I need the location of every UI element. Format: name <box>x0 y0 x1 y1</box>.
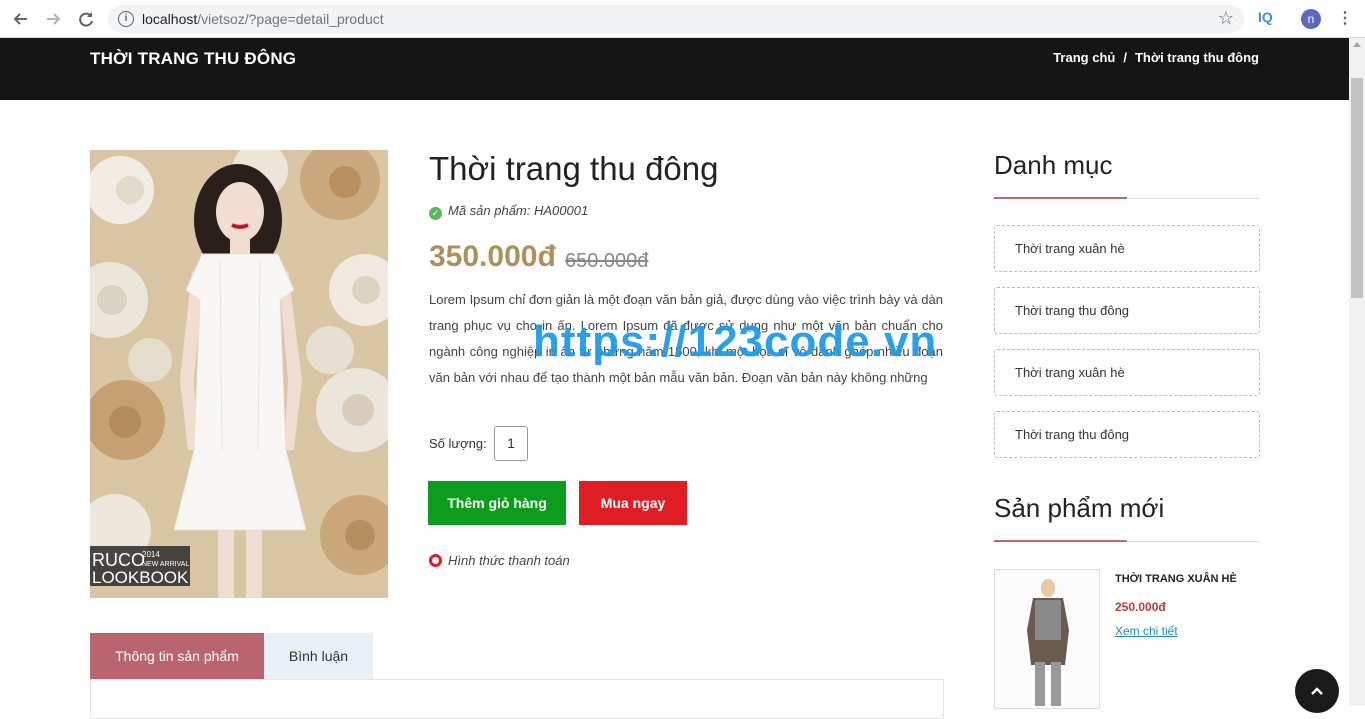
image-badge-year: 2014 <box>142 550 160 559</box>
lifebuoy-icon <box>429 554 442 567</box>
breadcrumb-home-link[interactable]: Trang chủ <box>1053 50 1115 65</box>
page-title: THỜI TRANG THU ĐÔNG <box>90 49 297 68</box>
back-to-top-button[interactable] <box>1295 669 1339 713</box>
payment-methods-label: Hình thức thanh toán <box>448 553 570 568</box>
buy-now-button[interactable]: Mua ngay <box>579 481 687 525</box>
image-badge-ruco: RUCO <box>92 550 145 570</box>
forward-arrow-icon[interactable] <box>42 8 64 30</box>
reload-icon[interactable] <box>75 8 97 30</box>
browser-toolbar: i localhost/vietsoz/?page=detail_product… <box>0 0 1365 38</box>
info-icon[interactable]: i <box>118 11 134 27</box>
back-arrow-icon[interactable] <box>10 8 32 30</box>
product-price: 350.000đ <box>429 240 556 273</box>
image-badge-lookbook: LOOKBOOK <box>92 568 189 587</box>
new-product-price: 250.000đ <box>1115 600 1166 614</box>
watermark: https://123code.vn <box>533 317 938 366</box>
category-item[interactable]: Thời trang thu đông <box>994 411 1260 458</box>
heading-accent-bar <box>994 197 1127 199</box>
breadcrumb: Trang chủ / Thời trang thu đông <box>1053 50 1259 65</box>
product-title: Thời trang thu đông <box>429 150 719 187</box>
quantity-label: Số lượng: <box>429 436 487 451</box>
product-old-price: 650.000đ <box>565 250 649 272</box>
breadcrumb-current: Thời trang thu đông <box>1134 50 1259 65</box>
category-item[interactable]: Thời trang thu đông <box>994 287 1260 334</box>
scroll-up-arrow-icon[interactable] <box>1353 42 1361 47</box>
breadcrumb-separator: / <box>1123 50 1127 65</box>
page-scrollbar[interactable] <box>1349 38 1365 706</box>
category-item[interactable]: Thời trang xuân hè <box>994 225 1260 272</box>
browser-menu-icon[interactable]: ⋮ <box>1337 8 1353 28</box>
image-badge-sub: NEW ARRIVAL <box>142 561 189 568</box>
address-bar[interactable]: i localhost/vietsoz/?page=detail_product… <box>108 5 1244 33</box>
tab-product-info[interactable]: Thông tin sản phẩm <box>90 633 264 679</box>
tab-panel <box>90 679 944 719</box>
categories-divider <box>994 197 1260 199</box>
url-text[interactable]: localhost/vietsoz/?page=detail_product <box>142 11 384 27</box>
new-products-heading: Sản phẩm mới <box>994 493 1165 523</box>
chevron-up-icon <box>1311 687 1323 695</box>
extension-iq-icon[interactable]: IQ <box>1258 9 1273 25</box>
product-sku: ✓ Mã sản phẩm: HA00001 <box>429 203 588 220</box>
new-product-name[interactable]: THỜI TRANG XUÂN HÈ <box>1115 573 1237 585</box>
category-item[interactable]: Thời trang xuân hè <box>994 349 1260 396</box>
new-product-thumbnail[interactable] <box>994 569 1100 709</box>
scroll-thumb[interactable] <box>1351 78 1363 298</box>
new-product-details-link[interactable]: Xem chi tiết <box>1115 624 1178 638</box>
categories-heading: Danh mục <box>994 150 1113 180</box>
add-to-cart-button[interactable]: Thêm giỏ hàng <box>428 481 566 525</box>
tab-comments[interactable]: Bình luận <box>264 633 373 679</box>
bookmark-star-icon[interactable]: ☆ <box>1218 8 1234 29</box>
product-image: RUCO 2014 NEW ARRIVAL LOOKBOOK <box>90 150 388 598</box>
payment-methods-link[interactable]: Hình thức thanh toán <box>429 553 570 568</box>
check-circle-icon: ✓ <box>429 207 442 220</box>
sku-text: Mã sản phẩm: HA00001 <box>448 203 589 218</box>
page-header: THỜI TRANG THU ĐÔNG Trang chủ / Thời trang… <box>0 38 1349 100</box>
new-products-divider <box>994 540 1260 542</box>
quantity-input[interactable]: 1 <box>494 426 528 461</box>
heading-accent-bar <box>994 540 1127 542</box>
profile-avatar[interactable]: n <box>1301 9 1321 29</box>
